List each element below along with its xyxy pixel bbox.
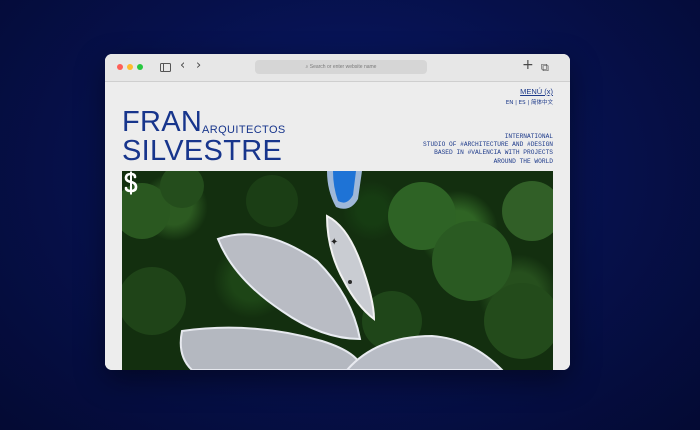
minimize-window-button[interactable] [127,64,133,70]
svg-text:✦: ✦ [330,237,338,248]
close-window-button[interactable] [117,64,123,70]
forward-icon[interactable]: › [196,59,201,72]
new-tab-icon[interactable]: + [522,58,534,72]
brand-name-line2[interactable]: SILVESTRE [122,137,282,166]
menu-link[interactable]: MENÚ (x) [520,87,553,96]
back-icon[interactable]: ‹ [180,59,185,72]
tabs-overview-icon[interactable]: ⧉ [541,61,549,74]
browser-toolbar: ‹ › ⌕ Search or enter website name + ⧉ [105,54,570,82]
sidebar-toggle-icon[interactable] [160,63,171,72]
tagline-line: INTERNATIONAL [504,133,553,140]
address-placeholder: Search or enter website name [309,64,377,70]
tagline-line: STUDIO OF #ARCHITECTURE AND #DESIGN [423,141,553,149]
hero-image: ✦ [122,171,553,370]
tagline-line: BASED IN #VALENCIA WITH PROJECTS [434,149,553,157]
language-selector[interactable]: EN | ES | 简体中文 [506,98,553,106]
brand-name-line1[interactable]: FRAN [122,108,202,137]
search-icon: ⌕ [305,64,309,70]
studio-tagline: INTERNATIONAL STUDIO OF #ARCHITECTURE AN… [403,133,553,166]
website-page: MENÚ (x) EN | ES | 简体中文 FRAN ARQUITECTOS… [105,82,570,370]
address-bar[interactable]: ⌕ Search or enter website name [255,60,427,74]
aerial-house-illustration: ✦ [122,171,553,370]
tagline-line: AROUND THE WORLD [493,157,553,165]
s-dollar-logo-icon[interactable] [122,171,140,195]
browser-window: ‹ › ⌕ Search or enter website name + ⧉ M… [105,54,570,370]
maximize-window-button[interactable] [137,64,143,70]
